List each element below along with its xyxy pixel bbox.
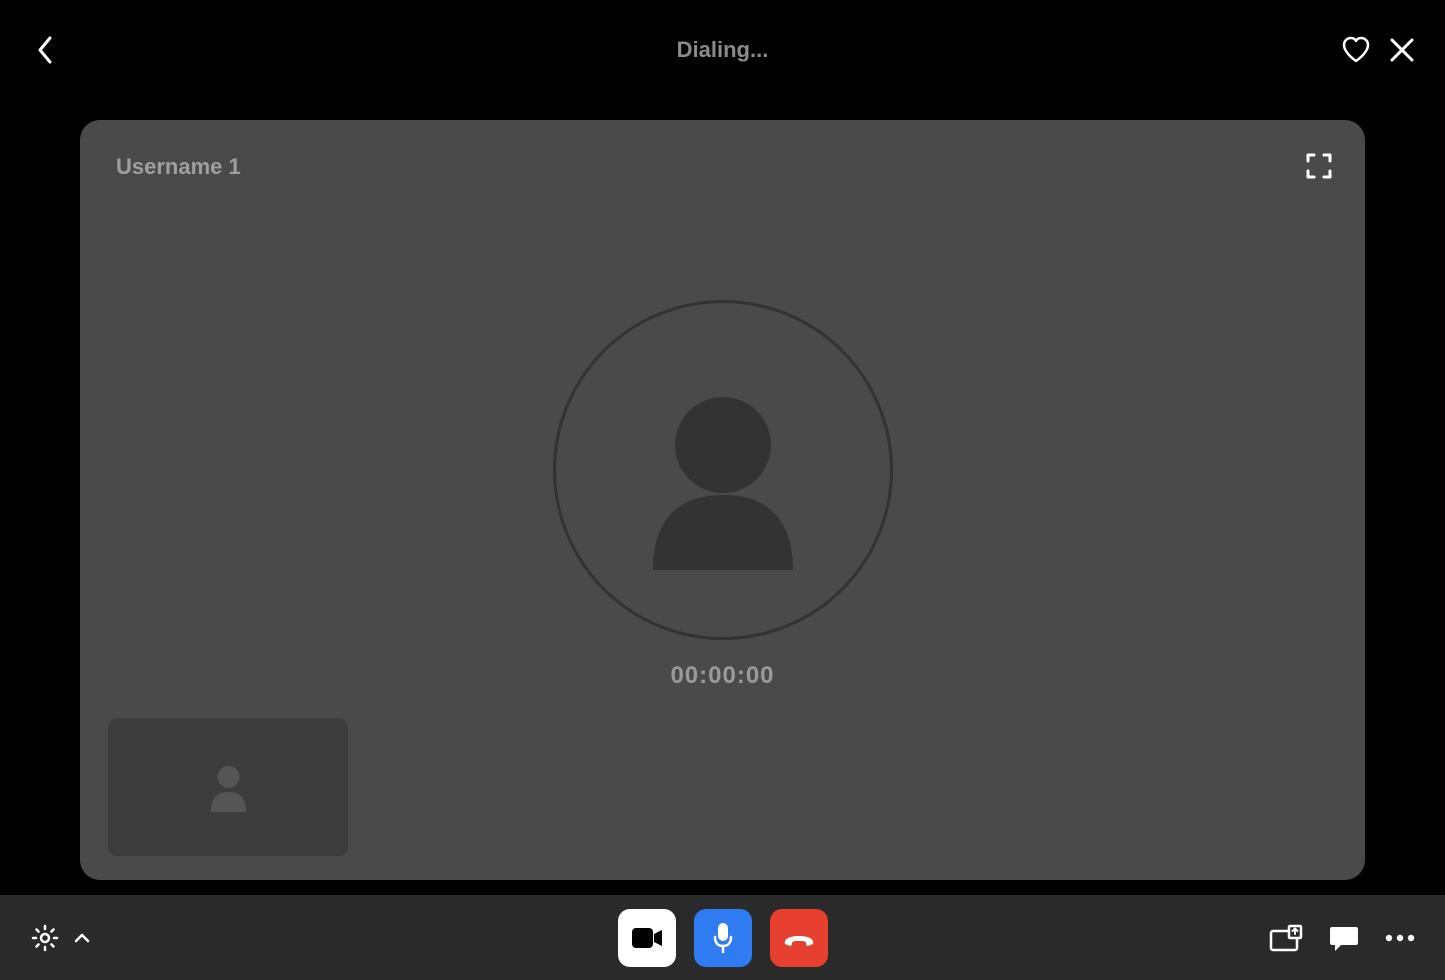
settings-button[interactable] — [30, 923, 60, 953]
self-video-preview[interactable] — [108, 718, 348, 856]
chat-icon — [1329, 924, 1359, 952]
top-left-group — [30, 35, 60, 65]
chevron-left-icon — [36, 35, 54, 65]
favorite-button[interactable] — [1341, 36, 1371, 64]
avatar-circle — [553, 300, 893, 640]
remote-avatar — [553, 300, 893, 640]
microphone-icon — [712, 922, 734, 954]
call-controls — [618, 909, 828, 967]
person-icon — [206, 762, 251, 812]
close-icon — [1389, 37, 1415, 63]
gear-icon — [30, 923, 60, 953]
call-status-label: Dialing... — [677, 37, 769, 63]
bottom-right-group — [1269, 924, 1415, 952]
fullscreen-button[interactable] — [1305, 152, 1333, 185]
heart-icon — [1341, 36, 1371, 64]
phone-hangup-icon — [781, 929, 817, 947]
microphone-toggle-button[interactable] — [694, 909, 752, 967]
call-timer: 00:00:00 — [670, 662, 774, 690]
bottom-left-group — [30, 923, 90, 953]
screen-share-button[interactable] — [1269, 924, 1303, 952]
top-bar: Dialing... — [0, 0, 1445, 100]
person-icon — [623, 370, 823, 570]
main-video-panel: Username 1 00:00:00 — [80, 120, 1365, 880]
screen-share-icon — [1269, 924, 1303, 952]
camera-icon — [631, 927, 663, 949]
expand-up-button[interactable] — [74, 933, 90, 943]
chevron-up-icon — [74, 933, 90, 943]
back-button[interactable] — [30, 35, 60, 65]
top-right-group — [1341, 36, 1415, 64]
more-horizontal-icon — [1385, 934, 1415, 942]
more-options-button[interactable] — [1385, 934, 1415, 942]
chat-button[interactable] — [1329, 924, 1359, 952]
fullscreen-icon — [1305, 152, 1333, 180]
camera-toggle-button[interactable] — [618, 909, 676, 967]
bottom-bar — [0, 895, 1445, 980]
close-button[interactable] — [1389, 37, 1415, 63]
remote-username-label: Username 1 — [116, 154, 241, 180]
hangup-button[interactable] — [770, 909, 828, 967]
